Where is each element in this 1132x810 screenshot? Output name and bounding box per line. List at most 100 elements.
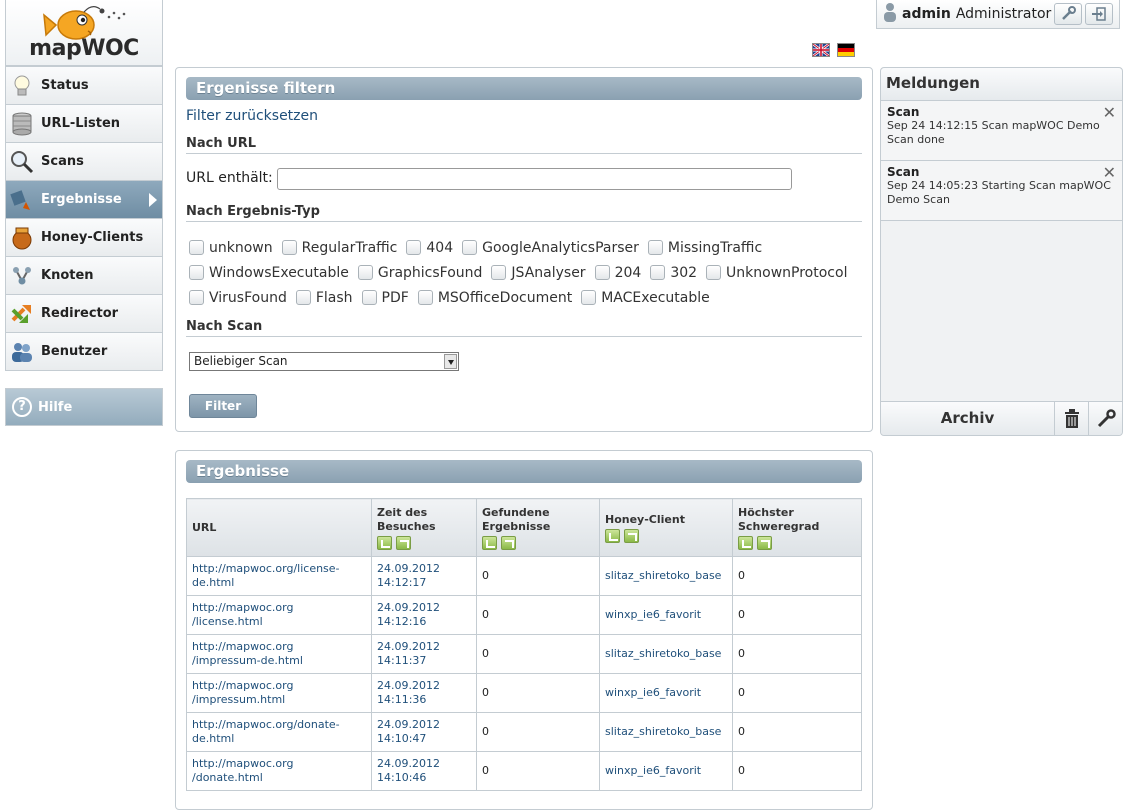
found-count: 0 xyxy=(476,712,600,752)
checkbox-204[interactable]: 204 xyxy=(594,262,641,284)
sidebar-item-label: Benutzer xyxy=(41,344,108,359)
checkbox-302[interactable]: 302 xyxy=(650,262,697,284)
checkbox-windowsexecutable[interactable]: WindowsExecutable xyxy=(189,262,349,284)
result-url-link[interactable]: http://mapwoc.org/license.html xyxy=(192,601,293,628)
honey-client-link[interactable]: slitaz_shiretoko_base xyxy=(605,647,721,660)
username: admin xyxy=(902,6,951,22)
reset-filter-link[interactable]: Filter zurücksetzen xyxy=(186,108,318,124)
sort-ascending-icon[interactable] xyxy=(605,528,620,543)
archive-button[interactable]: Archiv xyxy=(881,402,1054,435)
delete-button[interactable] xyxy=(1054,402,1088,435)
checkbox-box[interactable] xyxy=(406,239,422,255)
checkbox-msofficedocument[interactable]: MSOfficeDocument xyxy=(417,287,572,309)
checkbox-box[interactable] xyxy=(189,289,204,305)
checkbox-pdf[interactable]: PDF xyxy=(361,287,409,309)
logo-text: mapWOC xyxy=(29,36,139,61)
visit-time-link[interactable]: 24.09.2012 14:10:47 xyxy=(377,718,440,745)
checkbox-label: 404 xyxy=(426,240,454,256)
honey-client-link[interactable]: winxp_ie6_favorit xyxy=(605,686,701,699)
column-header-label: Ergebnisse xyxy=(482,519,551,533)
visit-time-link[interactable]: 24.09.2012 14:12:17 xyxy=(377,562,440,589)
honey-client-link[interactable]: slitaz_shiretoko_base xyxy=(605,725,721,738)
checkbox-label: unknown xyxy=(209,240,273,256)
checkbox-box[interactable] xyxy=(647,239,663,255)
result-type-row: VirusFound Flash PDF MSOfficeDocument MA… xyxy=(189,287,864,309)
checkbox-regulartraffic[interactable]: RegularTraffic xyxy=(281,237,397,259)
checkbox-graphicsfound[interactable]: GraphicsFound xyxy=(357,262,482,284)
sidebar-item-ergebnisse[interactable]: Ergebnisse xyxy=(6,180,162,218)
result-url-link[interactable]: http://mapwoc.org/impressum.html xyxy=(192,679,293,706)
scan-select-value: Beliebiger Scan xyxy=(194,354,288,368)
settings-wrench-button[interactable] xyxy=(1054,3,1083,25)
checkbox-box[interactable] xyxy=(189,239,204,255)
sort-descending-icon[interactable] xyxy=(501,535,516,550)
checkbox-googleanalyticsparser[interactable]: GoogleAnalyticsParser xyxy=(462,237,639,259)
checkbox-flash[interactable]: Flash xyxy=(295,287,353,309)
filter-button[interactable]: Filter xyxy=(189,394,257,418)
chevron-down-icon[interactable] xyxy=(444,354,457,369)
logout-button[interactable] xyxy=(1085,3,1113,25)
messages-panel: Meldungen Scan Sep 24 14:12:15 Scan mapW… xyxy=(880,67,1123,436)
checkbox-macexecutable[interactable]: MACExecutable xyxy=(581,287,710,309)
sort-descending-icon[interactable] xyxy=(757,535,772,550)
help-button[interactable]: ? Hilfe xyxy=(5,388,163,426)
sort-ascending-icon[interactable] xyxy=(377,535,392,550)
sidebar-item-redirector[interactable]: Redirector xyxy=(6,294,162,332)
messages-settings-button[interactable] xyxy=(1088,402,1122,435)
checkbox-404[interactable]: 404 xyxy=(406,237,453,259)
checkbox-unknown[interactable]: unknown xyxy=(189,237,273,259)
honey-client-link[interactable]: winxp_ie6_favorit xyxy=(605,608,701,621)
app-logo[interactable]: mapWOC xyxy=(5,0,163,66)
severity-value: 0 xyxy=(732,595,862,635)
honey-client-link[interactable]: slitaz_shiretoko_base xyxy=(605,569,721,582)
sidebar-item-label: Knoten xyxy=(41,268,94,283)
table-row: http://mapwoc.org/donate.html 24.09.2012… xyxy=(186,751,862,791)
checkbox-box[interactable] xyxy=(594,264,610,280)
checkbox-missingtraffic[interactable]: MissingTraffic xyxy=(647,237,762,259)
checkbox-box[interactable] xyxy=(295,289,311,305)
close-icon[interactable]: ✕ xyxy=(1103,163,1116,182)
visit-time-link[interactable]: 24.09.2012 14:12:16 xyxy=(377,601,440,628)
checkbox-box[interactable] xyxy=(189,264,204,280)
result-url-link[interactable]: http://mapwoc.org/impressum-de.html xyxy=(192,640,303,667)
language-de-flag[interactable] xyxy=(837,43,855,57)
result-url-link[interactable]: http://mapwoc.org/license-de.html xyxy=(192,562,340,589)
sort-descending-icon[interactable] xyxy=(624,528,639,543)
visit-time-link[interactable]: 24.09.2012 14:11:36 xyxy=(377,679,440,706)
close-icon[interactable]: ✕ xyxy=(1103,103,1116,122)
checkbox-box[interactable] xyxy=(417,289,433,305)
result-type-row: WindowsExecutable GraphicsFound JSAnalys… xyxy=(189,262,864,284)
checkbox-box[interactable] xyxy=(357,264,373,280)
checkbox-unknownprotocol[interactable]: UnknownProtocol xyxy=(706,262,847,284)
honey-client-link[interactable]: winxp_ie6_favorit xyxy=(605,764,701,777)
checkbox-box[interactable] xyxy=(491,264,507,280)
checkbox-box[interactable] xyxy=(706,264,722,280)
severity-value: 0 xyxy=(732,673,862,713)
checkbox-box[interactable] xyxy=(281,239,297,255)
checkbox-box[interactable] xyxy=(581,289,597,305)
sidebar-item-knoten[interactable]: Knoten xyxy=(6,256,162,294)
checkbox-box[interactable] xyxy=(650,264,666,280)
checkbox-box[interactable] xyxy=(361,289,377,305)
result-url-link[interactable]: http://mapwoc.org/donate.html xyxy=(192,757,293,784)
sidebar-item-status[interactable]: Status xyxy=(6,66,162,104)
visit-time-link[interactable]: 24.09.2012 14:11:37 xyxy=(377,640,440,667)
checkbox-virusfound[interactable]: VirusFound xyxy=(189,287,287,309)
result-url-link[interactable]: http://mapwoc.org/donate-de.html xyxy=(192,718,340,745)
sidebar-item-url-listen[interactable]: URL-Listen xyxy=(6,104,162,142)
results-panel: Ergebnisse URL Zeit des Besuches Gefunde… xyxy=(175,450,873,810)
checkbox-jsanalyser[interactable]: JSAnalyser xyxy=(491,262,586,284)
url-contains-input[interactable] xyxy=(277,168,792,190)
sort-descending-icon[interactable] xyxy=(396,535,411,550)
checkbox-box[interactable] xyxy=(462,239,478,255)
checkbox-label: 302 xyxy=(670,265,698,281)
scan-select[interactable]: Beliebiger Scan xyxy=(189,352,459,371)
sort-ascending-icon[interactable] xyxy=(482,535,497,550)
sidebar-item-benutzer[interactable]: Benutzer xyxy=(6,332,162,370)
sort-ascending-icon[interactable] xyxy=(738,535,753,550)
sidebar-item-honey-clients[interactable]: Honey-Clients xyxy=(6,218,162,256)
sidebar-item-scans[interactable]: Scans xyxy=(6,142,162,180)
language-en-flag[interactable] xyxy=(812,43,830,57)
column-header-label: Schweregrad xyxy=(738,519,820,533)
visit-time-link[interactable]: 24.09.2012 14:10:46 xyxy=(377,757,440,784)
